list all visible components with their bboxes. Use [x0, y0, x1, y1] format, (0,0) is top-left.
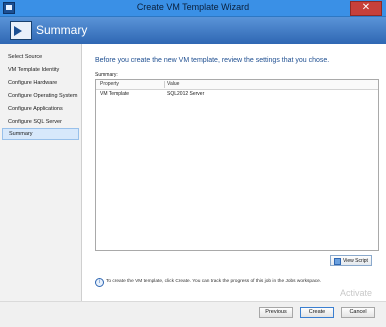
- sidebar-item-configure-operating-system[interactable]: Configure Operating System: [2, 90, 79, 102]
- summary-label: Summary:: [95, 72, 118, 78]
- wizard-icon: [10, 21, 32, 40]
- script-icon: [334, 258, 341, 265]
- sidebar-item-select-source[interactable]: Select Source: [2, 51, 79, 63]
- wizard-header: Summary: [0, 17, 386, 44]
- info-text: To create the VM template, click Create.…: [106, 279, 322, 284]
- sidebar-item-configure-sql-server[interactable]: Configure SQL Server: [2, 116, 79, 128]
- sidebar-item-configure-applications[interactable]: Configure Applications: [2, 103, 79, 115]
- previous-button[interactable]: Previous: [259, 307, 293, 318]
- activation-watermark: Activate: [340, 288, 373, 298]
- wizard-footer: Previous Create Cancel: [0, 301, 386, 327]
- summary-panel: Before you create the new VM template, r…: [82, 44, 386, 301]
- property-cell: VM Template: [100, 91, 130, 97]
- create-button[interactable]: Create: [300, 307, 334, 318]
- wizard-steps-sidebar: Select Source VM Template Identity Confi…: [0, 44, 82, 301]
- info-icon: i: [95, 278, 104, 287]
- column-header-property[interactable]: Property: [100, 81, 119, 87]
- title-bar: Create VM Template Wizard ✕: [0, 0, 386, 17]
- column-divider: [164, 81, 165, 88]
- sidebar-item-summary[interactable]: Summary: [2, 128, 79, 140]
- view-script-label: View Script: [343, 258, 368, 264]
- close-button[interactable]: ✕: [350, 1, 382, 16]
- summary-grid: Property Value VM Template SQL2012 Serve…: [95, 79, 379, 251]
- value-cell: SQL2012 Server: [167, 91, 205, 97]
- page-title: Summary: [36, 23, 88, 37]
- window-title: Create VM Template Wizard: [136, 2, 250, 12]
- summary-heading: Before you create the new VM template, r…: [95, 57, 330, 64]
- sidebar-item-configure-hardware[interactable]: Configure Hardware: [2, 77, 79, 89]
- grid-header: Property Value: [96, 80, 378, 90]
- cancel-button[interactable]: Cancel: [341, 307, 375, 318]
- sidebar-item-vm-template-identity[interactable]: VM Template Identity: [2, 64, 79, 76]
- column-header-value[interactable]: Value: [167, 81, 179, 87]
- view-script-button[interactable]: View Script: [330, 255, 372, 266]
- table-row[interactable]: VM Template SQL2012 Server: [96, 91, 378, 99]
